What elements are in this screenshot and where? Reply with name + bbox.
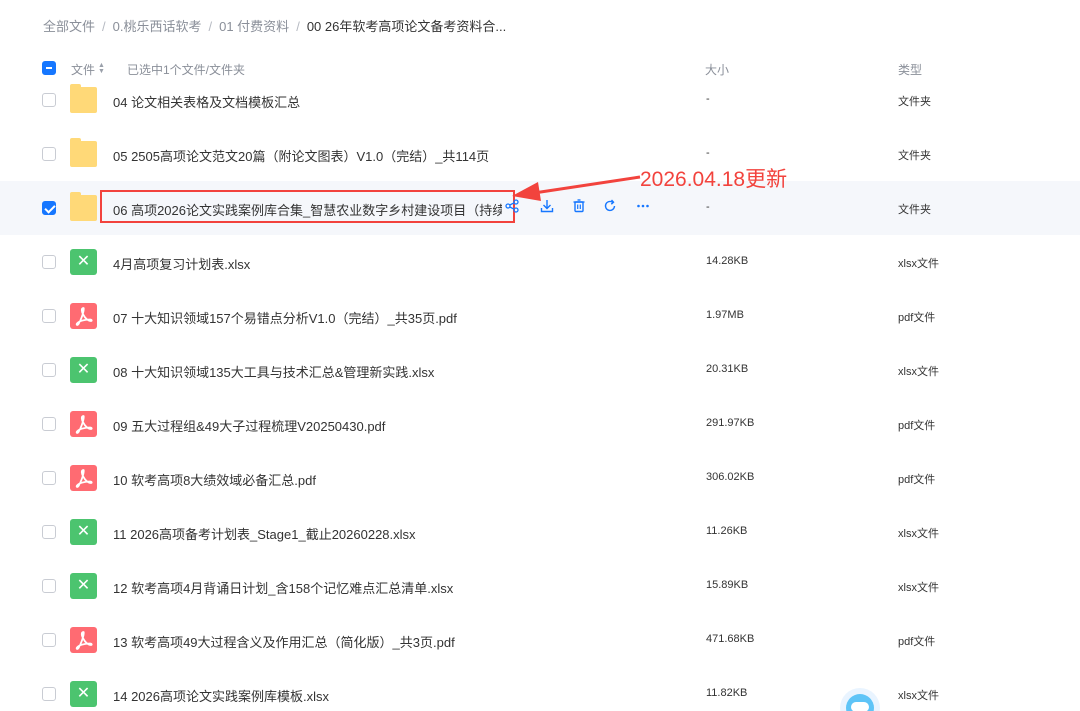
file-type: xlsx文件 [898, 528, 939, 540]
file-type: xlsx文件 [898, 582, 939, 594]
file-name[interactable]: 14 2026高项论文实践案例库模板.xlsx [113, 686, 329, 705]
folder-icon [70, 84, 97, 113]
file-row[interactable]: ✕ 4月高项复习计划表.xlsx 14.28KB xlsx文件 [0, 235, 1080, 289]
breadcrumb-item-folder-2[interactable]: 01 付费资料 [219, 19, 289, 34]
breadcrumb: 全部文件 / 0.桃乐西话软考 / 01 付费资料 / 00 26年软考高项论文备考资料合.… [43, 16, 506, 35]
annotation-arrow [512, 175, 641, 201]
xlsx-icon: ✕ [70, 519, 97, 545]
annotation-highlight-box [100, 190, 515, 223]
row-checkbox[interactable] [42, 147, 56, 161]
file-name[interactable]: 09 五大过程组&49大子过程梳理V20250430.pdf [113, 416, 385, 435]
file-type: pdf文件 [898, 312, 936, 324]
file-type: 文件夹 [898, 204, 931, 216]
folder-icon [70, 192, 97, 221]
xlsx-icon: ✕ [70, 249, 97, 275]
file-type: pdf文件 [898, 636, 936, 648]
file-row[interactable]: ✕ 12 软考高项4月背诵日计划_含158个记忆难点汇总清单.xlsx 15.89K… [0, 559, 1080, 613]
file-type: pdf文件 [898, 420, 936, 432]
row-checkbox[interactable] [42, 633, 56, 647]
row-checkbox[interactable] [42, 93, 56, 107]
file-size: 15.89KB [706, 579, 749, 591]
file-name[interactable]: 08 十大知识领域135大工具与技术汇总&管理新实践.xlsx [113, 362, 434, 381]
row-checkbox[interactable] [42, 255, 56, 269]
row-checkbox[interactable] [42, 579, 56, 593]
update-annotation: 2026.04.18更新 [640, 168, 788, 191]
file-name[interactable]: 04 论文相关表格及文档模板汇总 [113, 92, 300, 111]
file-row[interactable]: 10 软考高项8大绩效域必备汇总.pdf 306.02KB pdf文件 [0, 451, 1080, 505]
file-size: 11.82KB [706, 687, 748, 699]
file-row[interactable]: 04 论文相关表格及文档模板汇总 - 文件夹 [0, 73, 1080, 127]
file-size: 291.97KB [706, 417, 755, 429]
xlsx-icon: ✕ [70, 357, 97, 383]
file-row[interactable]: 05 2505高项论文范文20篇（附论文图表）V1.0（完结）_共114页 - 文件… [0, 127, 1080, 181]
row-checkbox[interactable] [42, 687, 56, 701]
file-row[interactable]: ✕ 08 十大知识领域135大工具与技术汇总&管理新实践.xlsx 20.31KB x… [0, 343, 1080, 397]
file-row[interactable]: 09 五大过程组&49大子过程梳理V20250430.pdf 291.97KB pd… [0, 397, 1080, 451]
file-name[interactable]: 05 2505高项论文范文20篇（附论文图表）V1.0（完结）_共114页 [113, 146, 489, 165]
file-row[interactable]: ✕ 11 2026高项备考计划表_Stage1_截止20260228.xlsx 11… [0, 505, 1080, 559]
file-type: xlsx文件 [898, 258, 939, 270]
assistant-face-icon [846, 694, 874, 711]
file-size: 1.97MB [706, 309, 744, 321]
file-type: 文件夹 [898, 150, 931, 162]
file-row[interactable]: ✕ 14 2026高项论文实践案例库模板.xlsx 11.82KB xlsx文件 [0, 667, 1080, 711]
row-checkbox[interactable] [42, 471, 56, 485]
file-row[interactable]: 07 十大知识领域157个易错点分析V1.0（完结）_共35页.pdf 1.97M… [0, 289, 1080, 343]
xlsx-icon: ✕ [70, 573, 97, 599]
file-size: 14.28KB [706, 255, 749, 267]
file-size: - [706, 147, 710, 159]
breadcrumb-separator: / [296, 19, 300, 34]
pdf-icon [70, 303, 97, 329]
file-list: 04 论文相关表格及文档模板汇总 - 文件夹 05 2505高项论文范文20篇（附论文… [0, 73, 1080, 711]
file-size: 306.02KB [706, 471, 755, 483]
file-name[interactable]: 11 2026高项备考计划表_Stage1_截止20260228.xlsx [113, 524, 416, 543]
file-type: 文件夹 [898, 96, 931, 108]
row-checkbox[interactable] [42, 201, 56, 215]
xlsx-icon: ✕ [70, 681, 97, 707]
file-name[interactable]: 07 十大知识领域157个易错点分析V1.0（完结）_共35页.pdf [113, 308, 457, 327]
file-name[interactable]: 10 软考高项8大绩效域必备汇总.pdf [113, 470, 316, 489]
file-size: 20.31KB [706, 363, 749, 375]
file-size: 471.68KB [706, 633, 755, 645]
pdf-icon [70, 465, 97, 491]
row-checkbox[interactable] [42, 417, 56, 431]
pdf-icon [70, 411, 97, 437]
file-row[interactable]: 13 软考高项49大过程含义及作用汇总（简化版）_共3页.pdf 471.68KB… [0, 613, 1080, 667]
file-size: - [706, 93, 710, 105]
folder-icon [70, 138, 97, 167]
row-checkbox[interactable] [42, 525, 56, 539]
row-checkbox[interactable] [42, 363, 56, 377]
breadcrumb-item-all-files[interactable]: 全部文件 [43, 19, 95, 34]
breadcrumb-separator: / [208, 19, 213, 34]
file-type: xlsx文件 [898, 690, 939, 702]
breadcrumb-item-current: 00 26年软考高项论文备考资料合... [306, 19, 507, 34]
breadcrumb-item-folder-1[interactable]: 0.桃乐西话软考 [113, 19, 202, 34]
pdf-icon [70, 627, 97, 653]
file-type: pdf文件 [898, 474, 936, 486]
file-name[interactable]: 13 软考高项49大过程含义及作用汇总（简化版）_共3页.pdf [113, 632, 455, 651]
breadcrumb-separator: / [102, 19, 106, 34]
file-size: - [706, 201, 710, 213]
file-name[interactable]: 12 软考高项4月背诵日计划_含158个记忆难点汇总清单.xlsx [113, 578, 453, 597]
row-checkbox[interactable] [42, 309, 56, 323]
file-name[interactable]: 4月高项复习计划表.xlsx [113, 254, 250, 273]
file-size: 11.26KB [706, 525, 748, 537]
file-type: xlsx文件 [898, 366, 939, 378]
